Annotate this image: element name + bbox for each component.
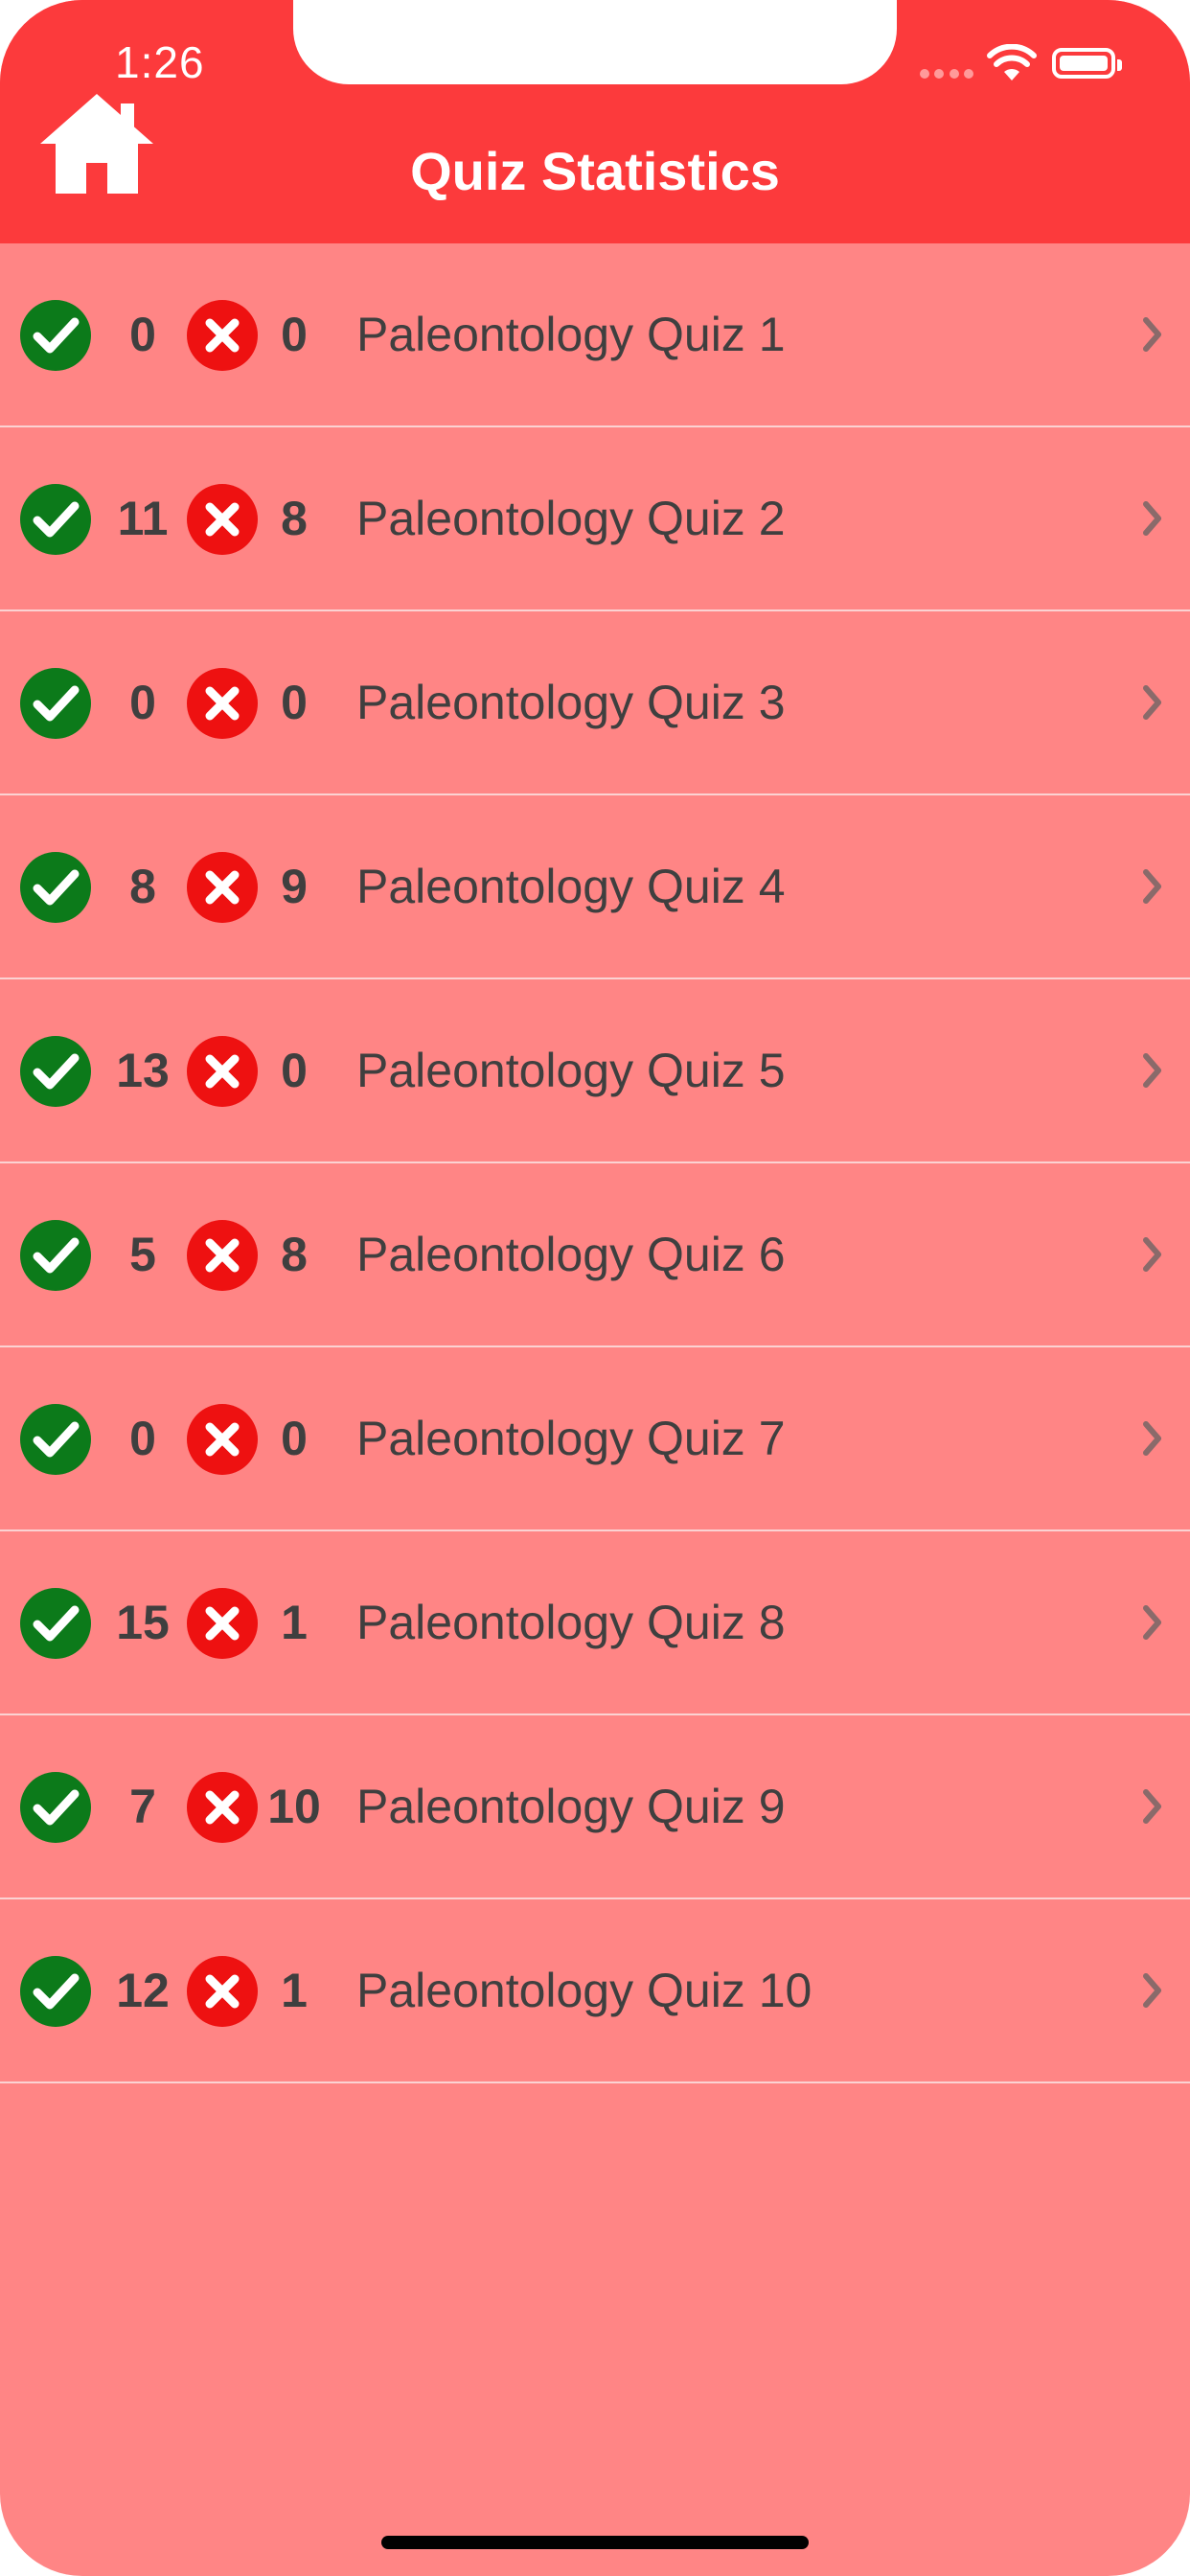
quiz-row[interactable]: 11 8 Paleontology Quiz 2 [0,427,1190,611]
wrong-count: 0 [281,1044,308,1097]
cross-icon [187,852,258,923]
check-icon [20,1036,91,1107]
quiz-name: Paleontology Quiz 5 [356,1044,786,1097]
chevron-right-icon [1143,1421,1161,1456]
quiz-name: Paleontology Quiz 4 [356,860,786,913]
cross-icon [187,1404,258,1475]
quiz-name: Paleontology Quiz 7 [356,1412,786,1465]
cross-icon [187,668,258,739]
page-title: Quiz Statistics [410,141,780,201]
cross-icon [187,300,258,371]
wifi-icon [987,44,1037,80]
correct-count: 0 [129,676,156,729]
cross-icon [187,1036,258,1107]
chevron-right-icon [1143,685,1161,720]
wrong-count: 0 [281,676,308,729]
chevron-right-icon [1143,1789,1161,1824]
home-indicator[interactable] [381,2536,809,2549]
quiz-name: Paleontology Quiz 2 [356,492,786,545]
correct-count: 12 [116,1964,170,2017]
chevron-right-icon [1143,1053,1161,1088]
check-icon [20,1404,91,1475]
check-icon [20,852,91,923]
wrong-count: 10 [267,1780,321,1833]
chevron-right-icon [1143,869,1161,904]
wrong-count: 8 [281,492,308,545]
wrong-count: 8 [281,1228,308,1281]
correct-count: 5 [129,1228,156,1281]
check-icon [20,484,91,555]
cross-icon [187,1772,258,1843]
cross-icon [187,1588,258,1659]
chevron-right-icon [1143,317,1161,352]
phone-screen: 1:26 Quiz Statistics 0 0 Paleontology Quiz… [0,0,1190,2576]
device-notch [293,0,897,84]
chevron-right-icon [1143,1973,1161,2008]
correct-count: 11 [117,492,169,545]
status-time: 1:26 [115,37,205,87]
cross-icon [187,1220,258,1291]
navigation-bar: 1:26 Quiz Statistics [0,0,1190,243]
quiz-row[interactable]: 0 0 Paleontology Quiz 3 [0,611,1190,795]
wrong-count: 1 [281,1596,308,1649]
chevron-right-icon [1143,1605,1161,1640]
quiz-row[interactable]: 0 0 Paleontology Quiz 7 [0,1347,1190,1531]
check-icon [20,300,91,371]
quiz-row[interactable]: 12 1 Paleontology Quiz 10 [0,1899,1190,2083]
quiz-row[interactable]: 7 10 Paleontology Quiz 9 [0,1715,1190,1899]
chevron-right-icon [1143,1237,1161,1272]
wrong-count: 9 [281,860,308,913]
quiz-name: Paleontology Quiz 6 [356,1228,786,1281]
cross-icon [187,484,258,555]
correct-count: 7 [129,1780,156,1833]
quiz-list: 0 0 Paleontology Quiz 1 11 8 Paleontology Qui… [0,243,1190,2083]
check-icon [20,1588,91,1659]
correct-count: 8 [129,860,156,913]
quiz-name: Paleontology Quiz 3 [356,676,786,729]
check-icon [20,1772,91,1843]
check-icon [20,1220,91,1291]
correct-count: 15 [116,1596,170,1649]
quiz-row[interactable]: 0 0 Paleontology Quiz 1 [0,243,1190,427]
wrong-count: 0 [281,1412,308,1465]
quiz-name: Paleontology Quiz 9 [356,1780,786,1833]
check-icon [20,668,91,739]
check-icon [20,1956,91,2027]
quiz-name: Paleontology Quiz 10 [356,1964,812,2017]
correct-count: 0 [129,1412,156,1465]
quiz-row[interactable]: 15 1 Paleontology Quiz 8 [0,1531,1190,1715]
cross-icon [187,1956,258,2027]
correct-count: 13 [116,1044,170,1097]
correct-count: 0 [129,308,156,361]
quiz-name: Paleontology Quiz 1 [356,308,786,361]
signal-icon [920,69,973,80]
quiz-row[interactable]: 8 9 Paleontology Quiz 4 [0,795,1190,979]
quiz-row[interactable]: 13 0 Paleontology Quiz 5 [0,979,1190,1163]
wrong-count: 0 [281,308,308,361]
wrong-count: 1 [281,1964,308,2017]
battery-icon [1052,48,1122,79]
quiz-name: Paleontology Quiz 8 [356,1596,786,1649]
quiz-row[interactable]: 5 8 Paleontology Quiz 6 [0,1163,1190,1347]
chevron-right-icon [1143,501,1161,536]
